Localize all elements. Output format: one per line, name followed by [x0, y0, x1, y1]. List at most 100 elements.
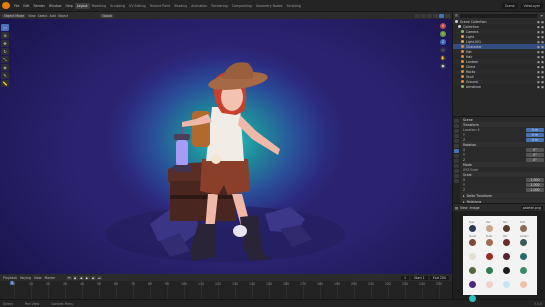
tab-layout[interactable]: Layout [74, 2, 90, 9]
camera-restrict-icon[interactable]: ▣ [541, 85, 544, 89]
property-value-field[interactable]: 0° [526, 157, 544, 162]
material-tab-icon[interactable] [454, 179, 459, 183]
eye-icon[interactable]: ◉ [537, 45, 540, 49]
property-value-field[interactable]: 0° [526, 147, 544, 152]
outliner-editor-icon[interactable]: ☰ [455, 14, 458, 18]
viewport-menu-object[interactable]: Object [58, 14, 68, 18]
material-shading-icon[interactable] [439, 13, 444, 18]
timeline-menu-playback[interactable]: Playback [3, 276, 17, 280]
camera-restrict-icon[interactable]: ▣ [541, 55, 544, 59]
rotate-icon[interactable]: ↻ [1, 48, 9, 55]
output-tab-icon[interactable] [454, 129, 459, 133]
tool-tab-icon[interactable] [454, 119, 459, 123]
timeline-menu-view[interactable]: View [34, 276, 42, 280]
outliner-row[interactable]: Armature ◉ ▣ [453, 84, 545, 89]
tab-rendering[interactable]: Rendering [209, 3, 229, 9]
camera-restrict-icon[interactable]: ▣ [541, 65, 544, 69]
jump-end-icon[interactable]: ⏭ [96, 275, 102, 280]
eye-icon[interactable]: ◉ [537, 25, 540, 29]
property-value-field[interactable]: 0 m [526, 137, 544, 142]
rendered-shading-icon[interactable] [445, 13, 450, 18]
eye-icon[interactable]: ◉ [537, 35, 540, 39]
particles-tab-icon[interactable] [454, 159, 459, 163]
tab-animation[interactable]: Animation [189, 3, 209, 9]
eye-icon[interactable]: ◉ [537, 75, 540, 79]
property-value-field[interactable]: 0 m [526, 132, 544, 137]
timeline-menu-marker[interactable]: Marker [45, 276, 56, 280]
property-value-field[interactable]: 0° [526, 152, 544, 157]
image-editor-icon[interactable]: ▨ [455, 206, 458, 210]
property-value-field[interactable]: 1.000 [526, 177, 544, 182]
pan-hand-icon[interactable]: ✋ [440, 55, 446, 61]
object-tab-icon[interactable] [454, 149, 459, 153]
world-tab-icon[interactable] [454, 144, 459, 148]
timeline-menu-keying[interactable]: Keying [20, 276, 31, 280]
menu-help[interactable]: Help [63, 4, 74, 8]
camera-restrict-icon[interactable]: ▣ [541, 70, 544, 74]
camera-restrict-icon[interactable]: ▣ [541, 40, 544, 44]
image-menu-image[interactable]: Image [470, 206, 480, 210]
tab-texture-paint[interactable]: Texture Paint [148, 3, 173, 9]
viewport-menu-select[interactable]: Select [38, 14, 48, 18]
camera-restrict-icon[interactable]: ▣ [541, 25, 544, 29]
eye-icon[interactable]: ◉ [537, 85, 540, 89]
xray-toggle-icon[interactable] [421, 13, 426, 18]
timeline-ruler[interactable]: 1 0 10 20 30 40 50 60 70 80 90 100 110 120 130 140 150 1… [0, 281, 452, 299]
eye-icon[interactable]: ◉ [537, 60, 540, 64]
prev-key-icon[interactable]: ◆ [72, 275, 78, 280]
scene-tab-icon[interactable] [454, 139, 459, 143]
camera-restrict-icon[interactable]: ▣ [541, 60, 544, 64]
menu-window[interactable]: Window [47, 4, 64, 8]
current-frame-field[interactable]: 1 [400, 275, 409, 280]
wireframe-shading-icon[interactable] [427, 13, 432, 18]
outliner-search-input[interactable] [459, 13, 539, 18]
end-frame-field[interactable]: End 250 [429, 275, 449, 280]
tab-sculpting[interactable]: Sculpting [108, 3, 127, 9]
camera-restrict-icon[interactable]: ▣ [541, 75, 544, 79]
filter-icon[interactable]: ⏷ [540, 14, 543, 18]
tab-geometry-nodes[interactable]: Geometry Nodes [254, 3, 285, 9]
menu-file[interactable]: File [12, 4, 21, 8]
eye-icon[interactable]: ◉ [537, 65, 540, 69]
view-layer-tab-icon[interactable] [454, 134, 459, 138]
collapsed-panel[interactable]: ▸ Delta Transform [461, 193, 545, 198]
overlay-toggle-icon[interactable] [415, 13, 420, 18]
physics-tab-icon[interactable] [454, 164, 459, 168]
eye-icon[interactable]: ◉ [537, 55, 540, 59]
axis-y-icon[interactable]: Y [440, 31, 446, 37]
tab-modeling[interactable]: Modeling [90, 3, 109, 9]
camera-restrict-icon[interactable]: ▣ [541, 80, 544, 84]
camera-restrict-icon[interactable]: ▣ [541, 20, 544, 24]
camera-restrict-icon[interactable]: ▣ [541, 50, 544, 54]
axis-x-icon[interactable]: X [440, 23, 446, 29]
image-menu-view[interactable]: View [460, 206, 468, 210]
axis-z-icon[interactable]: Z [440, 39, 446, 45]
camera-restrict-icon[interactable]: ▣ [541, 45, 544, 49]
camera-view-icon[interactable]: ▣ [440, 63, 446, 69]
play-reverse-icon[interactable]: ◀ [78, 275, 84, 280]
eye-icon[interactable]: ◉ [537, 80, 540, 84]
menu-edit[interactable]: Edit [21, 4, 31, 8]
zoom-icon[interactable]: ⌕ [440, 47, 446, 53]
camera-restrict-icon[interactable]: ▣ [541, 35, 544, 39]
view-layer-field[interactable]: ViewLayer [520, 2, 543, 9]
eye-icon[interactable]: ◉ [537, 40, 540, 44]
solid-shading-icon[interactable] [433, 13, 438, 18]
start-frame-field[interactable]: Start 1 [410, 275, 428, 280]
annotate-icon[interactable]: ✎ [1, 72, 9, 79]
tab-compositing[interactable]: Compositing [230, 3, 254, 9]
viewport-menu-add[interactable]: Add [50, 14, 56, 18]
image-filename-field[interactable]: palette.png [520, 205, 543, 210]
constraints-tab-icon[interactable] [454, 169, 459, 173]
next-key-icon[interactable]: ◆ [90, 275, 96, 280]
property-value-field[interactable]: 0 m [526, 127, 544, 132]
mode-dropdown[interactable]: Object Mode [2, 13, 27, 18]
eye-icon[interactable]: ◉ [537, 50, 540, 54]
property-value-field[interactable]: 1.000 [526, 182, 544, 187]
modifier-tab-icon[interactable] [454, 154, 459, 158]
scene-field[interactable]: Scene [501, 2, 518, 9]
jump-start-icon[interactable]: ⏮ [66, 275, 72, 280]
scale-icon[interactable]: ⤡ [1, 56, 9, 63]
eye-icon[interactable]: ◉ [537, 70, 540, 74]
orientation-dropdown[interactable]: Global [100, 13, 115, 18]
